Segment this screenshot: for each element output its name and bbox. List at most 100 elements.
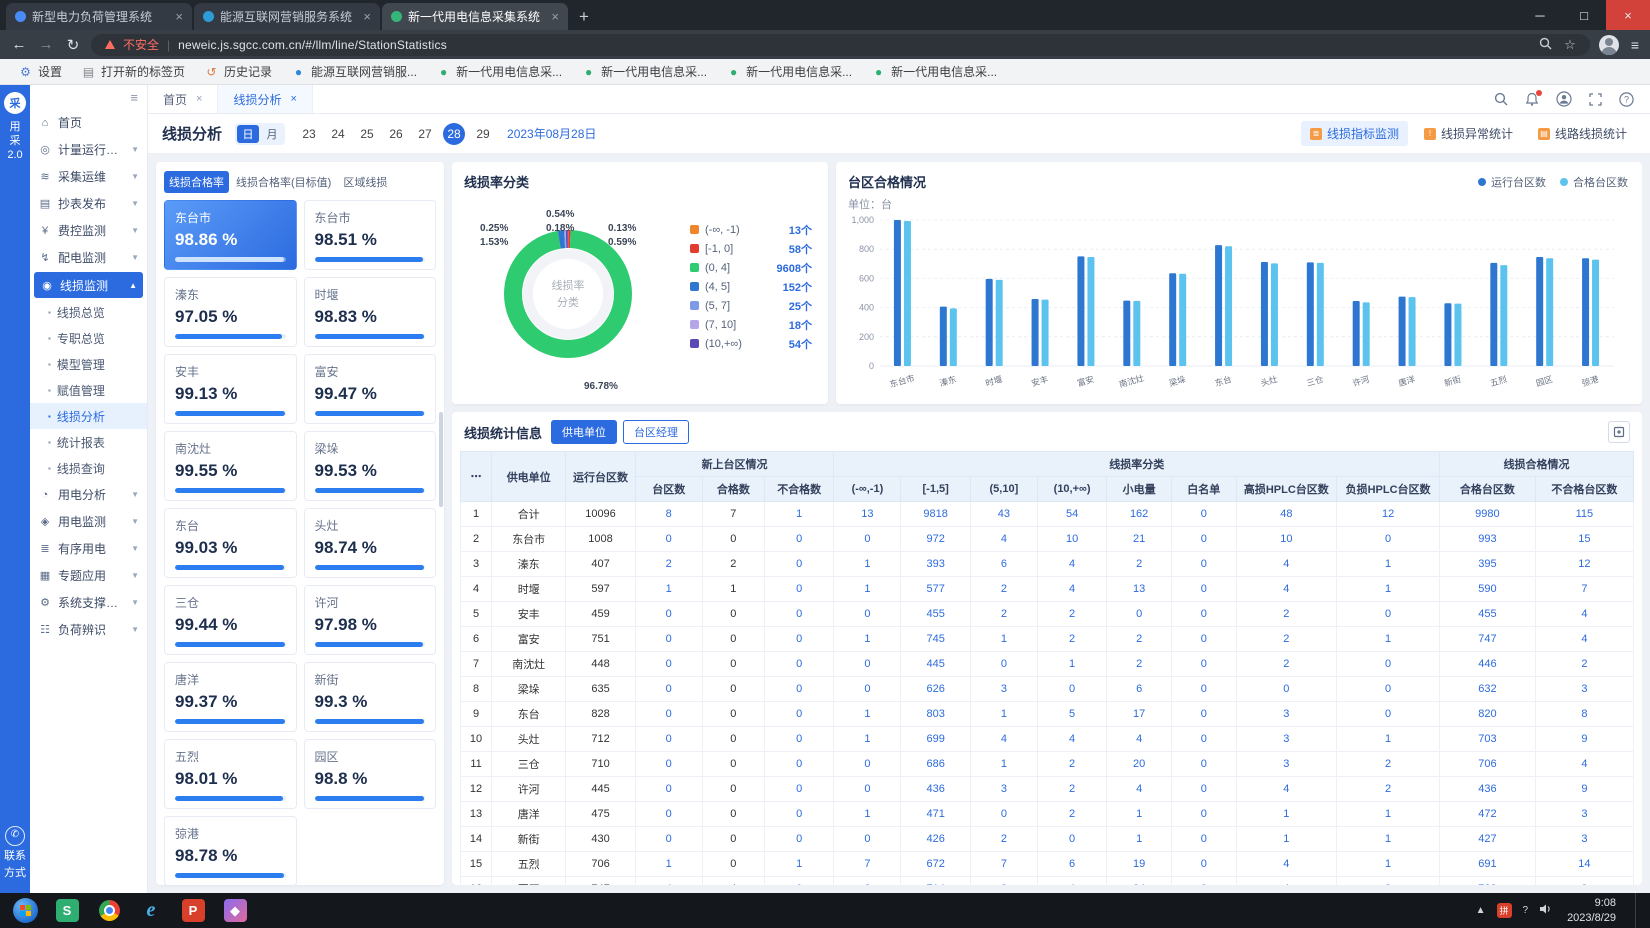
rate-tab-pass-rate[interactable]: 线损合格率 — [164, 171, 229, 193]
sidebar-subitem-specialist-overview[interactable]: ▪专职总览 — [30, 325, 147, 351]
table-cell[interactable]: 803 — [901, 702, 970, 727]
tab-close-icon[interactable]: × — [175, 9, 183, 24]
table-cell[interactable]: 1 — [764, 502, 833, 527]
table-cell[interactable]: 2 — [1236, 652, 1337, 677]
bookmark-settings[interactable]: ⚙设置 — [10, 61, 71, 82]
bar[interactable] — [1454, 304, 1461, 366]
table-cell[interactable]: 13 — [1107, 577, 1172, 602]
table-cell[interactable]: 0 — [635, 702, 702, 727]
table-cell[interactable]: 1 — [970, 627, 1037, 652]
table-cell[interactable]: 0 — [635, 527, 702, 552]
bar[interactable] — [1215, 245, 1222, 366]
table-cell[interactable]: 2 — [970, 577, 1037, 602]
table-cell[interactable]: 0 — [764, 652, 833, 677]
bar[interactable] — [1500, 265, 1507, 366]
table-cell[interactable]: 3 — [970, 677, 1037, 702]
sidebar-subitem-assignment-mgmt[interactable]: ▪赋值管理 — [30, 377, 147, 403]
user-avatar-icon[interactable] — [1556, 91, 1572, 107]
table-cell[interactable]: 7 — [970, 852, 1037, 877]
table-cell[interactable]: 446 — [1440, 652, 1536, 677]
table-cell[interactable]: 471 — [901, 802, 970, 827]
legend-item[interactable]: 合格台区数 — [1560, 174, 1628, 190]
table-cell[interactable]: 0 — [635, 652, 702, 677]
table-cell[interactable]: 0 — [764, 827, 833, 852]
bookmark-history[interactable]: ↺历史记录 — [196, 61, 281, 82]
bookmark-neweic-fav-4[interactable]: ●新一代用电信息采... — [863, 61, 1006, 82]
table-cell[interactable]: 436 — [901, 777, 970, 802]
table-cell[interactable]: 0 — [1171, 752, 1236, 777]
taskbar-icon-paint[interactable]: ◆ — [214, 893, 256, 928]
bar[interactable] — [1179, 274, 1186, 366]
table-cell[interactable]: 686 — [901, 752, 970, 777]
table-cell[interactable]: 2 — [1236, 627, 1337, 652]
refresh-icon[interactable]: ↻ — [64, 36, 82, 54]
bar[interactable] — [1123, 301, 1130, 366]
region-card[interactable]: 五烈98.01 % — [164, 739, 297, 809]
bookmark-new-tab-page[interactable]: ▤打开新的标签页 — [73, 61, 194, 82]
table-cell[interactable]: 15 — [1535, 527, 1633, 552]
date-option-29[interactable]: 29 — [472, 123, 494, 145]
table-cell[interactable]: 0 — [1171, 777, 1236, 802]
bookmark-neweic-fav-1[interactable]: ●新一代用电信息采... — [428, 61, 571, 82]
legend-item[interactable]: (-∞, -1)13个 — [690, 220, 812, 239]
table-cell[interactable]: 4 — [970, 727, 1037, 752]
table-cell[interactable]: 19 — [1107, 852, 1172, 877]
indicator-monitor-button[interactable]: ≣线损指标监测 — [1301, 121, 1408, 146]
sidebar-subitem-line-loss-overview[interactable]: ▪线损总览 — [30, 299, 147, 325]
table-cell[interactable]: 4 — [635, 877, 702, 886]
table-cell[interactable]: 43 — [970, 502, 1037, 527]
new-tab-button[interactable]: + — [570, 3, 598, 30]
browser-tab-load-mgmt[interactable]: 新型电力负荷管理系统× — [6, 3, 192, 30]
table-cell[interactable]: 714 — [901, 877, 970, 886]
table-cell[interactable]: 0 — [1337, 652, 1440, 677]
start-button[interactable] — [4, 893, 46, 928]
tab-close-icon[interactable]: × — [196, 93, 202, 105]
table-cell[interactable]: 8 — [635, 502, 702, 527]
table-cell[interactable]: 2 — [1037, 752, 1106, 777]
table-cell[interactable]: 0 — [1171, 727, 1236, 752]
table-cell[interactable]: 0 — [1037, 827, 1106, 852]
table-cell[interactable]: 4 — [1037, 877, 1106, 886]
table-cell[interactable]: 703 — [1440, 727, 1536, 752]
bookmark-neweic-fav-3[interactable]: ●新一代用电信息采... — [718, 61, 861, 82]
table-cell[interactable]: 17 — [1107, 702, 1172, 727]
sidebar-subitem-line-loss-query[interactable]: ▪线损查询 — [30, 455, 147, 481]
table-cell[interactable]: 1 — [834, 802, 901, 827]
table-cell[interactable]: 54 — [1037, 502, 1106, 527]
table-cell[interactable]: 820 — [1440, 702, 1536, 727]
sidebar-item-load-identify[interactable]: ☷负荷辨识▼ — [30, 616, 147, 643]
abnormal-stat-button[interactable]: !线损异常统计 — [1415, 121, 1522, 146]
legend-item[interactable]: (10,+∞)54个 — [690, 334, 812, 353]
url-bar[interactable]: 不安全 | neweic.js.sgcc.com.cn/#/llm/line/S… — [91, 34, 1590, 56]
notification-bell-icon[interactable] — [1525, 92, 1539, 106]
table-cell[interactable]: 0 — [635, 727, 702, 752]
bar[interactable] — [1261, 262, 1268, 366]
toggle-by-station-manager[interactable]: 台区经理 — [623, 420, 689, 444]
period-option-day[interactable]: 日 — [237, 125, 259, 143]
minimize-button[interactable]: ─ — [1518, 0, 1562, 30]
forward-icon[interactable]: → — [37, 36, 55, 53]
table-cell[interactable]: 0 — [1171, 677, 1236, 702]
table-cell[interactable]: 0 — [764, 627, 833, 652]
bar[interactable] — [1399, 297, 1406, 366]
sidebar-item-home[interactable]: ⌂首页 — [30, 109, 147, 136]
table-cell[interactable]: 0 — [1171, 627, 1236, 652]
tab-close-icon[interactable]: × — [363, 9, 371, 24]
date-option-24[interactable]: 24 — [327, 123, 349, 145]
bar[interactable] — [1546, 258, 1553, 366]
table-cell[interactable]: 2 — [1037, 777, 1106, 802]
table-cell[interactable]: 10 — [1037, 527, 1106, 552]
table-cell[interactable]: 0 — [1171, 552, 1236, 577]
legend-item[interactable]: (4, 5]152个 — [690, 277, 812, 296]
sidebar-item-metering-monitor[interactable]: ◎计量运行监测▼ — [30, 136, 147, 163]
search-icon[interactable] — [1494, 92, 1508, 106]
table-cell[interactable]: 1 — [1107, 802, 1172, 827]
table-cell[interactable]: 1 — [1337, 802, 1440, 827]
search-icon[interactable] — [1539, 37, 1552, 53]
table-cell[interactable]: 1 — [635, 577, 702, 602]
region-card[interactable]: 南沈灶99.55 % — [164, 431, 297, 501]
table-cell[interactable]: 4 — [1037, 552, 1106, 577]
region-card[interactable]: 新街99.3 % — [304, 662, 437, 732]
table-cell[interactable]: 1 — [1236, 802, 1337, 827]
table-cell[interactable]: 0 — [635, 827, 702, 852]
